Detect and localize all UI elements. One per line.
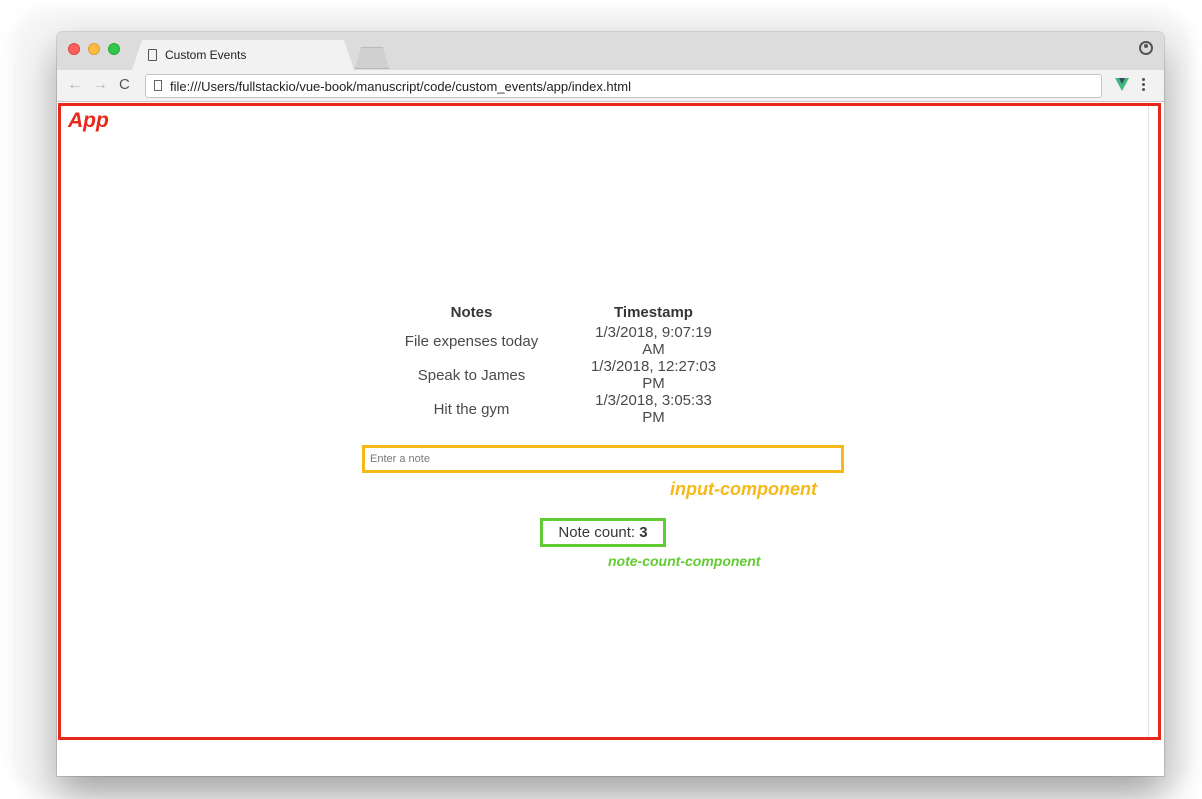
document-icon [148,49,157,61]
title-bar: Custom Events × [57,32,1164,70]
note-cell: Speak to James [417,366,526,384]
browser-toolbar: ← → C file:///Users/fullstackio/vue-book… [57,70,1164,102]
input-component-label: input-component [670,479,817,499]
note-cell: File expenses today [404,332,539,350]
page-viewport: App Notes Timestamp File expenses today … [57,102,1164,776]
table-row: Speak to James 1/3/2018, 12:27:03 PM [385,358,722,392]
menu-dots-icon[interactable] [1142,78,1145,92]
new-tab-button[interactable] [355,47,389,69]
browser-tab[interactable]: Custom Events × [132,40,354,70]
note-input[interactable] [366,449,848,469]
column-header-notes: Notes [450,303,493,321]
table-header-row: Notes Timestamp [385,300,722,324]
scrollbar-track [1148,106,1149,737]
column-header-timestamp: Timestamp [614,303,693,321]
timestamp-cell: 1/3/2018, 3:05:33 PM [595,392,712,426]
timestamp-cell: 1/3/2018, 12:27:03 PM [590,358,717,392]
input-component-outline [362,445,848,473]
url-text[interactable]: file:///Users/fullstackio/vue-book/manus… [170,79,631,94]
close-window-button[interactable] [68,43,80,55]
minimize-window-button[interactable] [88,43,100,55]
table-row: File expenses today 1/3/2018, 9:07:19 AM [385,324,722,358]
tab-title: Custom Events [165,48,247,62]
close-icon[interactable]: × [408,54,416,67]
timestamp-cell: 1/3/2018, 9:07:19 AM [595,324,712,358]
browser-window: Custom Events × ← → C file:///Users/full… [57,32,1164,776]
forward-arrow-icon[interactable]: → [92,76,108,94]
maximize-window-button[interactable] [108,43,120,55]
reload-icon[interactable]: C [119,76,130,94]
table-row: Hit the gym 1/3/2018, 3:05:33 PM [385,392,722,426]
address-bar[interactable]: file:///Users/fullstackio/vue-book/manus… [145,74,1102,98]
note-count-component-label: note-count-component [608,553,761,569]
note-count-value: 3 [639,524,648,541]
vue-devtools-icon[interactable] [1115,78,1129,91]
note-count-component-outline: Note count: 3 [540,518,666,547]
back-arrow-icon[interactable]: ← [67,76,83,94]
notes-table: Notes Timestamp File expenses today 1/3/… [385,300,722,427]
document-icon [154,80,162,91]
profile-icon[interactable] [1139,41,1153,55]
note-count-label: Note count: [558,524,640,541]
note-cell: Hit the gym [433,400,510,418]
app-label: App [68,109,109,132]
